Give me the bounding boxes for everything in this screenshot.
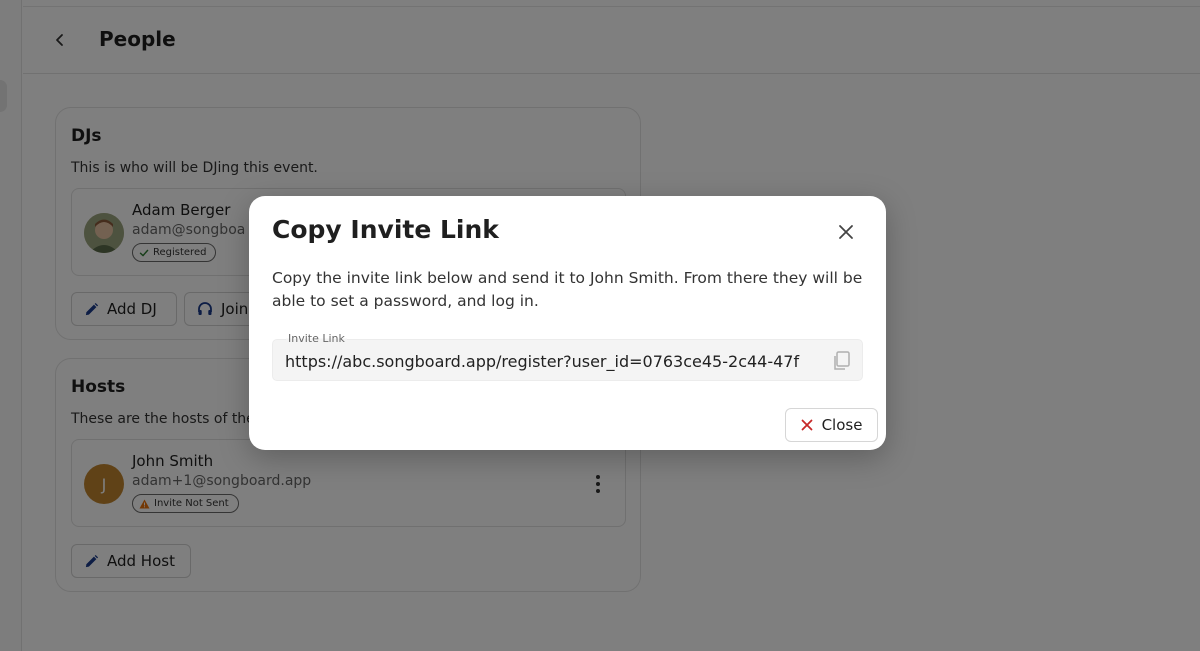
copy-icon[interactable] bbox=[832, 351, 850, 371]
close-icon bbox=[839, 225, 853, 239]
invite-link-field: Invite Link bbox=[272, 332, 863, 381]
close-button-label: Close bbox=[821, 416, 863, 434]
dialog-description: Copy the invite link below and send it t… bbox=[272, 269, 863, 310]
close-icon bbox=[801, 419, 812, 431]
copy-invite-dialog: Copy Invite Link Copy the invite link be… bbox=[249, 196, 886, 450]
dialog-title: Copy Invite Link bbox=[272, 215, 499, 244]
dialog-close-icon-button[interactable] bbox=[834, 220, 858, 244]
invite-link-input[interactable] bbox=[285, 349, 805, 373]
invite-link-label: Invite Link bbox=[286, 332, 347, 345]
close-button[interactable]: Close bbox=[785, 408, 878, 442]
